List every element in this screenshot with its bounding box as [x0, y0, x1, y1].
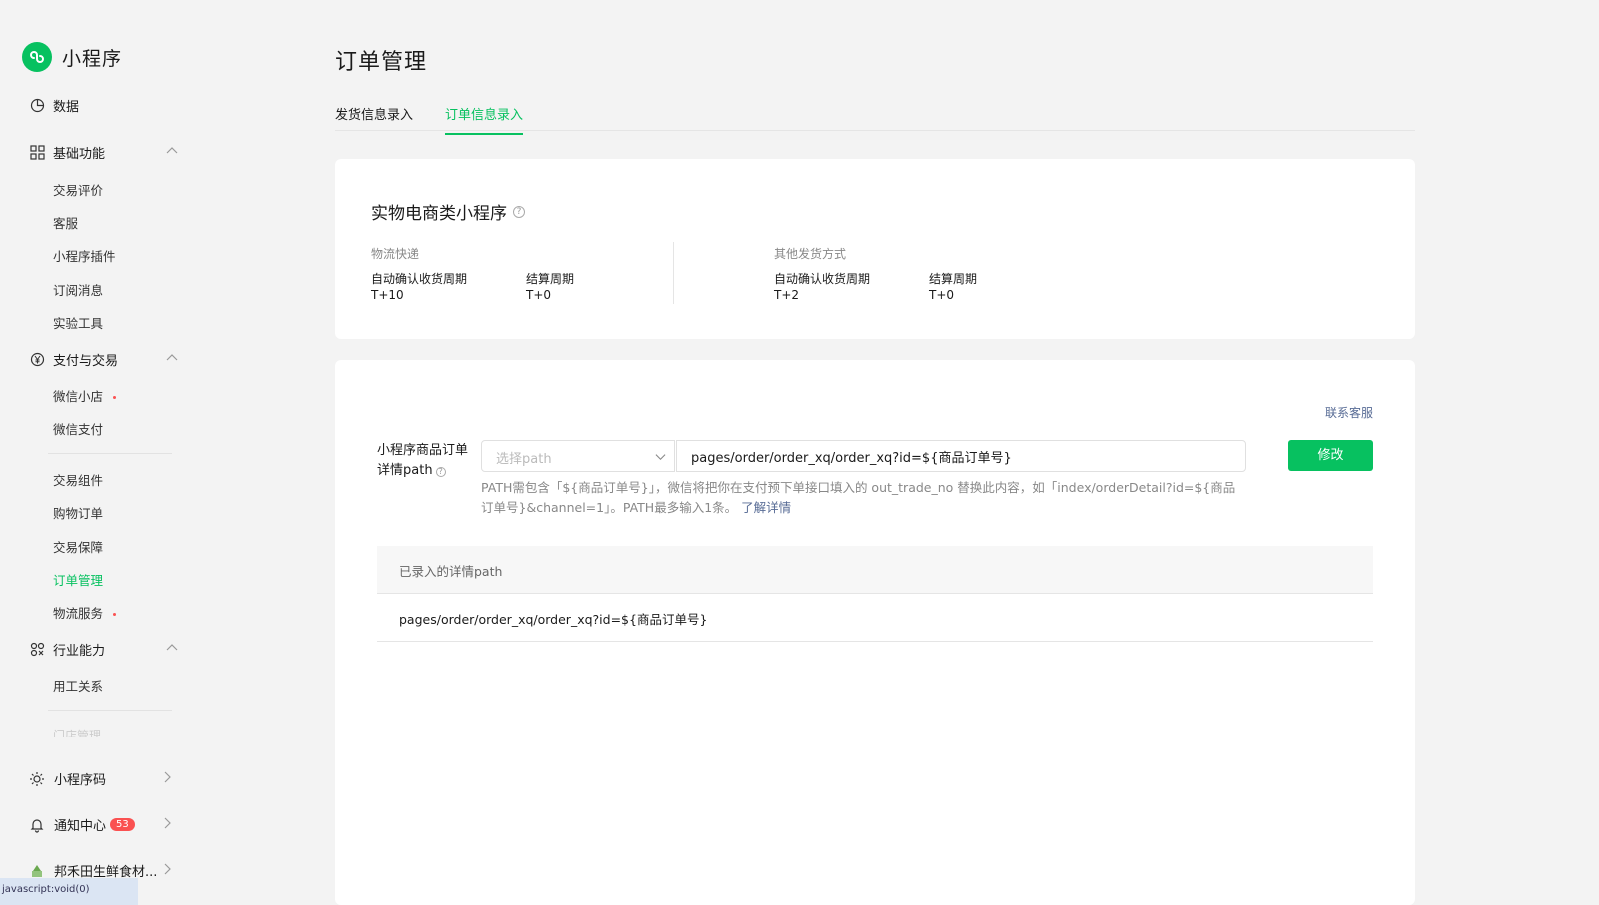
brand[interactable]: 小程序	[22, 42, 122, 72]
sidebar-item-qrcode[interactable]: 小程序码	[28, 769, 173, 788]
learn-more-link[interactable]: 了解详情	[741, 500, 791, 515]
sidebar-item-employment[interactable]: 用工关系	[53, 676, 103, 695]
sidebar-group-label: 支付与交易	[53, 354, 119, 369]
chevron-up-icon	[166, 352, 178, 368]
logistics-confirm-label: 自动确认收货周期	[371, 272, 468, 286]
path-form-label: 小程序商品订单 详情path?	[377, 441, 472, 481]
pie-chart-icon	[28, 97, 46, 115]
modify-button[interactable]: 修改	[1288, 440, 1373, 471]
chevron-up-icon	[166, 642, 178, 658]
sidebar-item-trade-guarantee[interactable]: 交易保障	[53, 537, 103, 556]
other-confirm-value: T+2	[774, 288, 800, 302]
sidebar-item-customer-service[interactable]: 客服	[53, 213, 78, 232]
logistics-settle-value: T+0	[526, 288, 552, 302]
form-label-line2: 详情path?	[377, 461, 472, 481]
card-title-text: 实物电商类小程序	[371, 204, 507, 224]
path-table: 已录入的详情path pages/order/order_xq/order_xq…	[377, 546, 1373, 642]
ecommerce-card: 实物电商类小程序 ? 物流快递 自动确认收货周期 T+10 结算周期 T+0 其…	[335, 159, 1415, 339]
path-card: 联系客服 小程序商品订单 详情path? 选择path 修改 PATH需包含「$…	[335, 360, 1415, 905]
tab-bar: 发货信息录入 订单信息录入	[335, 100, 1415, 135]
sidebar-item-wechat-shop[interactable]: 微信小店	[53, 386, 117, 405]
sidebar-item-subscribe[interactable]: 订阅消息	[53, 280, 103, 299]
hint-text: PATH需包含「${商品订单号}」，微信将把你在支付预下单接口填入的 out_t…	[481, 480, 1236, 515]
sidebar-item-data[interactable]: 数据	[28, 96, 79, 115]
red-dot-icon	[113, 613, 117, 616]
sidebar-group-payment[interactable]: 支付与交易	[28, 350, 178, 369]
sidebar-item-trade-component[interactable]: 交易组件	[53, 470, 103, 489]
logistics-confirm-value: T+10	[371, 288, 404, 302]
avatar	[28, 862, 46, 880]
table-row: pages/order/order_xq/order_xq?id=${商品订单号…	[377, 594, 1373, 642]
chevron-up-icon	[166, 145, 178, 161]
contact-service-link[interactable]: 联系客服	[1325, 404, 1373, 421]
logistics-label: 物流快递	[371, 247, 420, 261]
bell-icon	[28, 816, 46, 834]
sidebar-item-logistics[interactable]: 物流服务	[53, 603, 117, 622]
notify-count-badge: 53	[110, 818, 135, 831]
sidebar-item-wechat-pay[interactable]: 微信支付	[53, 419, 103, 438]
question-icon[interactable]: ?	[513, 205, 525, 218]
sidebar-group-label: 行业能力	[53, 644, 106, 659]
table-header: 已录入的详情path	[377, 546, 1373, 594]
chevron-right-icon	[161, 771, 173, 787]
sidebar-item-faded: 门店管理	[53, 729, 102, 737]
sidebar: 小程序 数据 基础功能 交易评价 客服 小程序插件 订阅消息 实验工具 支付与交…	[0, 0, 210, 905]
select-placeholder: 选择path	[496, 452, 552, 467]
red-dot-icon	[113, 396, 117, 399]
miniprogram-logo-icon	[22, 42, 52, 72]
sidebar-group-basic[interactable]: 基础功能	[28, 143, 178, 162]
brand-name: 小程序	[62, 47, 123, 70]
path-hint: PATH需包含「${商品订单号}」，微信将把你在支付预下单接口填入的 out_t…	[481, 478, 1247, 518]
sidebar-item-label: 通知中心	[54, 819, 107, 834]
yen-icon	[28, 351, 46, 369]
tab-shipping-info[interactable]: 发货信息录入	[335, 104, 413, 133]
divider	[48, 710, 172, 711]
sidebar-item-lab[interactable]: 实验工具	[53, 313, 103, 332]
path-select[interactable]: 选择path	[481, 440, 675, 472]
sidebar-item-notify[interactable]: 通知中心 53	[28, 815, 173, 834]
other-confirm-label: 自动确认收货周期	[774, 272, 871, 286]
chevron-down-icon	[655, 451, 666, 466]
question-icon[interactable]: ?	[435, 467, 446, 477]
logistics-settle-label: 结算周期	[526, 272, 575, 286]
path-input[interactable]	[676, 440, 1246, 472]
grid-icon	[28, 144, 46, 162]
sidebar-item-label: 物流服务	[53, 606, 104, 621]
sidebar-group-label: 基础功能	[53, 147, 106, 162]
sidebar-item-order-management[interactable]: 订单管理	[53, 570, 103, 589]
chevron-right-icon	[161, 817, 173, 833]
form-label-line1: 小程序商品订单	[377, 443, 469, 458]
status-bar-url: javascript:void(0)	[0, 878, 138, 905]
form-label-text: 详情path	[377, 463, 433, 478]
divider	[673, 242, 674, 304]
sun-icon	[28, 770, 46, 788]
sidebar-item-label: 微信小店	[53, 389, 104, 404]
nodes-icon	[28, 641, 46, 659]
sidebar-group-industry[interactable]: 行业能力	[28, 640, 178, 659]
other-settle-label: 结算周期	[929, 272, 978, 286]
sidebar-item-label: 数据	[53, 100, 80, 115]
sidebar-item-shopping-orders[interactable]: 购物订单	[53, 503, 103, 522]
card-title: 实物电商类小程序 ?	[371, 199, 525, 224]
sidebar-item-trade-review[interactable]: 交易评价	[53, 180, 103, 199]
sidebar-item-plugin[interactable]: 小程序插件	[53, 246, 116, 265]
divider	[48, 453, 172, 454]
page-title: 订单管理	[335, 50, 428, 75]
tab-order-info[interactable]: 订单信息录入	[445, 104, 524, 135]
other-settle-value: T+0	[929, 288, 955, 302]
chevron-right-icon	[161, 863, 173, 879]
sidebar-item-label: 小程序码	[54, 773, 107, 788]
other-label: 其他发货方式	[774, 247, 847, 261]
